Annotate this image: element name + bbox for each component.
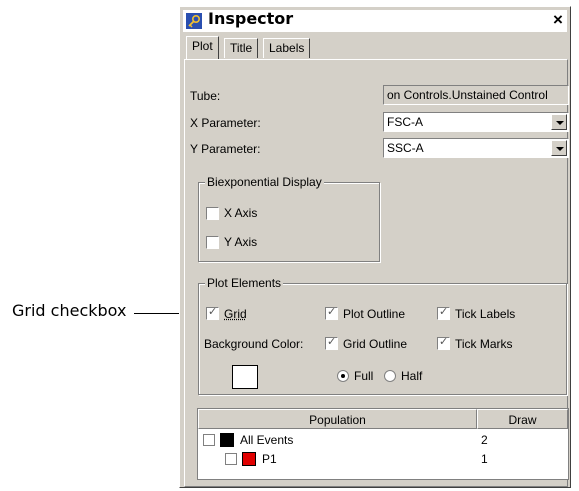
inspector-key-icon <box>186 13 202 29</box>
tick-marks-checkbox[interactable] <box>437 335 450 350</box>
grid-checkbox[interactable] <box>206 305 219 320</box>
y-parameter-select[interactable]: SSC-A <box>383 138 569 158</box>
y-axis-label: Y Axis <box>224 235 258 249</box>
background-color-label: Background Color: <box>204 337 304 351</box>
x-axis-checkbox[interactable] <box>206 207 219 220</box>
population-draw: 1 <box>481 452 488 466</box>
chevron-down-icon[interactable] <box>551 114 567 130</box>
population-color-swatch <box>220 433 234 447</box>
half-label: Half <box>401 369 423 383</box>
grid-outline-label: Grid Outline <box>343 337 408 351</box>
window-title: Inspector <box>208 9 294 28</box>
tube-field: on Controls.Unstained Control <box>383 85 569 105</box>
full-label: Full <box>354 369 374 383</box>
y-parameter-label: Y Parameter: <box>190 142 261 156</box>
biexponential-group: Biexponential Display <box>198 175 380 262</box>
close-icon[interactable]: × <box>549 10 567 30</box>
biexponential-group-title: Biexponential Display <box>205 175 324 189</box>
background-color-swatch[interactable] <box>232 365 258 389</box>
population-name: All Events <box>240 433 294 447</box>
half-radio[interactable] <box>384 370 396 382</box>
plot-elements-group-title: Plot Elements <box>205 276 284 290</box>
draw-column-header[interactable]: Draw <box>477 409 568 429</box>
x-parameter-select[interactable]: FSC-A <box>383 112 569 132</box>
tick-marks-label: Tick Marks <box>455 337 513 351</box>
tick-labels-checkbox[interactable] <box>437 305 450 320</box>
tab-title[interactable]: Title <box>224 38 259 58</box>
tab-plot[interactable]: Plot <box>186 36 219 59</box>
y-parameter-value: SSC-A <box>387 141 424 155</box>
population-table: Population Draw All Events 2 P1 1 <box>197 408 569 480</box>
plot-outline-checkbox[interactable] <box>325 305 338 320</box>
full-radio[interactable] <box>337 370 349 382</box>
population-name: P1 <box>262 452 277 466</box>
tube-label: Tube: <box>190 89 221 103</box>
inspector-window: Inspector × Plot Title Labels Tube: on C… <box>179 6 571 488</box>
population-draw: 2 <box>481 433 488 447</box>
grid-outline-checkbox[interactable] <box>325 335 338 350</box>
y-axis-checkbox[interactable] <box>206 236 219 249</box>
population-column-header[interactable]: Population <box>198 409 477 429</box>
plot-outline-label: Plot Outline <box>343 307 406 321</box>
callout-label: Grid checkbox <box>12 301 127 320</box>
chevron-down-icon[interactable] <box>551 140 567 156</box>
title-bar[interactable]: Inspector × <box>183 9 567 32</box>
x-axis-label: X Axis <box>224 206 258 220</box>
tick-labels-label: Tick Labels <box>455 307 516 321</box>
population-checkbox[interactable] <box>225 453 237 465</box>
population-color-swatch <box>242 452 256 466</box>
tab-strip: Plot Title Labels <box>186 36 436 60</box>
x-parameter-value: FSC-A <box>387 115 423 129</box>
tab-labels[interactable]: Labels <box>263 38 311 58</box>
population-checkbox[interactable] <box>203 434 215 446</box>
x-parameter-label: X Parameter: <box>190 116 261 130</box>
grid-label: Grid <box>224 307 247 321</box>
